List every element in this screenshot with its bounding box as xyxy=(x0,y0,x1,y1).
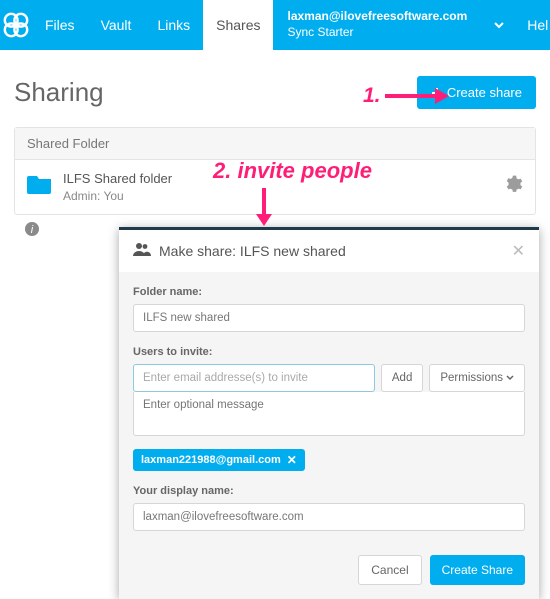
nav-shares[interactable]: Shares xyxy=(203,0,273,50)
permissions-label: Permissions xyxy=(440,372,503,384)
close-icon[interactable]: ✕ xyxy=(512,241,525,261)
page-title: Sharing xyxy=(14,77,104,108)
create-share-submit-button[interactable]: Create Share xyxy=(430,555,525,585)
annotation-step-2: 2. invite people xyxy=(213,158,372,184)
nav-help[interactable]: Hel xyxy=(517,0,550,50)
modal-body: Folder name: Users to invite: Add Permis… xyxy=(119,272,539,545)
modal-header: Make share: ILFS new shared ✕ xyxy=(119,230,539,272)
account-plan: Sync Starter xyxy=(287,24,467,40)
cancel-button[interactable]: Cancel xyxy=(358,555,421,585)
modal-footer: Cancel Create Share xyxy=(119,545,539,599)
display-name-label: Your display name: xyxy=(133,485,525,497)
nav-links[interactable]: Links xyxy=(144,0,203,50)
create-share-label: Create share xyxy=(447,85,522,100)
folder-name-label: Folder name: xyxy=(133,286,525,298)
optional-message-input[interactable] xyxy=(133,392,525,436)
annotation-step-1: 1. xyxy=(363,84,451,108)
permissions-button[interactable]: Permissions xyxy=(429,364,525,392)
caret-down-icon xyxy=(506,374,514,382)
nav-vault[interactable]: Vault xyxy=(88,0,145,50)
make-share-modal: Make share: ILFS new shared ✕ Folder nam… xyxy=(119,227,539,599)
folder-icon xyxy=(27,173,53,200)
chevron-down-icon xyxy=(493,19,505,31)
arrow-down-icon xyxy=(253,186,275,228)
nav-files[interactable]: Files xyxy=(32,0,88,50)
remove-tag-icon[interactable]: ✕ xyxy=(287,453,297,467)
modal-title: Make share: ILFS new shared xyxy=(159,243,504,259)
account-menu-toggle[interactable] xyxy=(481,0,517,50)
people-icon xyxy=(133,242,151,261)
users-invite-label: Users to invite: xyxy=(133,346,525,358)
invited-user-email: laxman221988@gmail.com xyxy=(141,454,281,466)
folder-admin-line: Admin: You xyxy=(63,188,493,204)
display-name-input[interactable] xyxy=(133,503,525,531)
account-block: laxman@ilovefreesoftware.com Sync Starte… xyxy=(273,0,481,50)
add-button[interactable]: Add xyxy=(381,364,423,392)
account-email: laxman@ilovefreesoftware.com xyxy=(287,8,467,24)
gear-icon[interactable] xyxy=(503,174,523,199)
panel-header: Shared Folder xyxy=(15,128,535,160)
invite-email-input[interactable] xyxy=(133,364,375,392)
sync-logo[interactable] xyxy=(0,0,32,50)
arrow-icon xyxy=(381,85,451,107)
invited-user-tag: laxman221988@gmail.com ✕ xyxy=(133,449,305,471)
top-navbar: Files Vault Links Shares laxman@ilovefre… xyxy=(0,0,550,50)
folder-name-input[interactable] xyxy=(133,304,525,332)
